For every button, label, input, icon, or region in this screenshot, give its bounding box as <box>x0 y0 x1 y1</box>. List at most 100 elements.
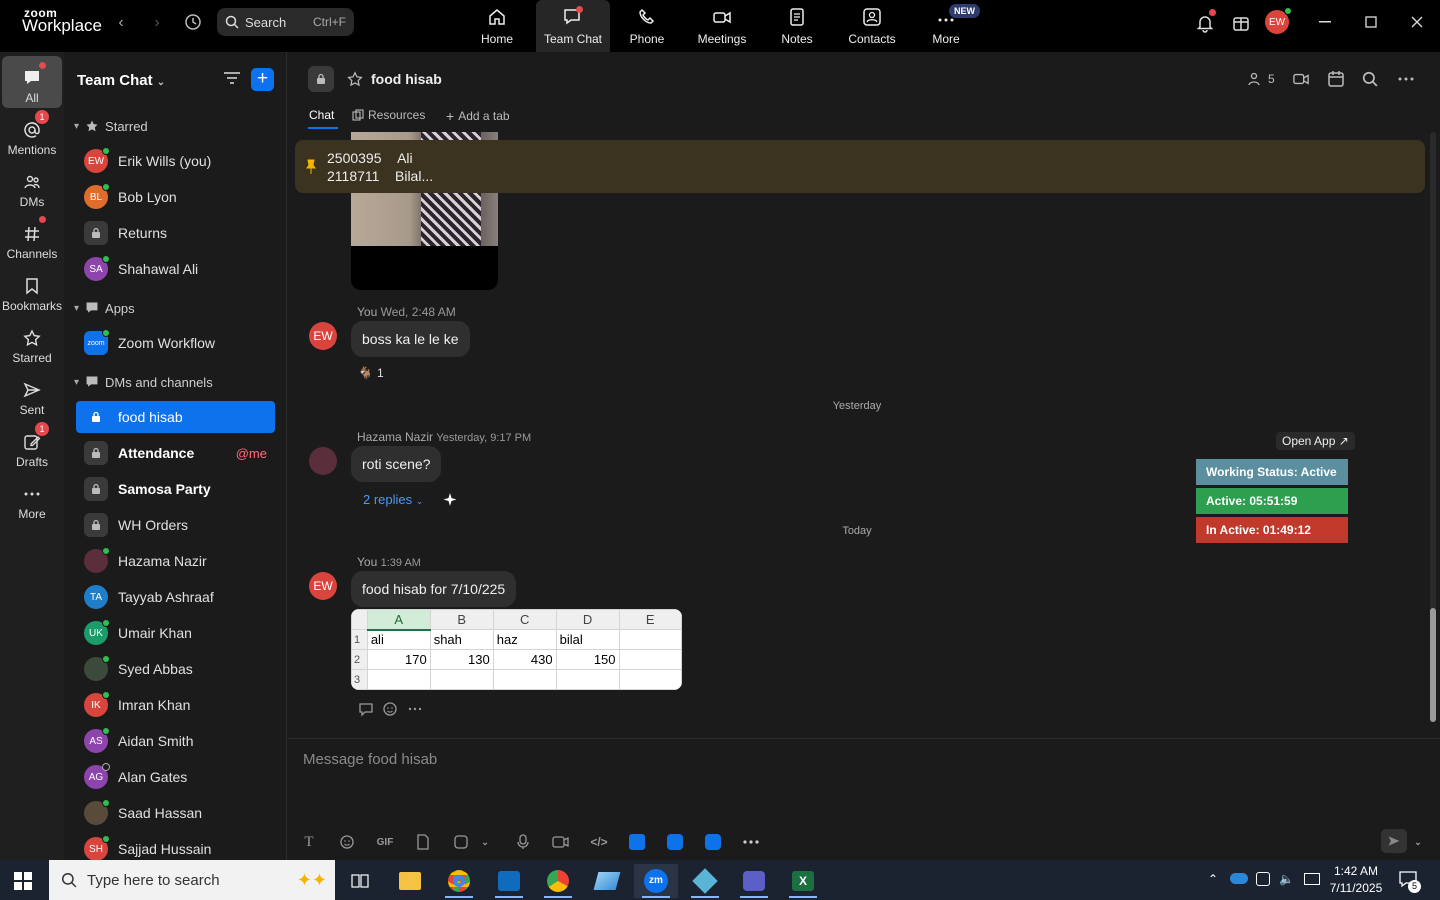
maximize-button[interactable] <box>1356 10 1386 34</box>
sidebar-item-saad-hassan[interactable]: Saad Hassan <box>76 797 275 829</box>
user-avatar[interactable]: EW <box>1265 7 1292 34</box>
notification-center-icon[interactable]: 5 <box>1398 870 1421 893</box>
volume-icon[interactable]: 🔈 <box>1279 872 1294 886</box>
close-button[interactable] <box>1402 10 1432 34</box>
windows-start-icon[interactable] <box>14 872 32 890</box>
screenshot-icon[interactable] <box>450 831 472 853</box>
tab-chat[interactable]: Chat <box>309 108 334 122</box>
teams-icon[interactable] <box>732 864 776 898</box>
app-icon[interactable] <box>683 864 727 898</box>
chevron-down-icon[interactable]: ⌄ <box>474 831 496 853</box>
calendar-icon[interactable] <box>1327 70 1345 88</box>
sidebar-item-shahawal-ali[interactable]: SA Shahawal Ali <box>76 253 275 285</box>
rail-more[interactable]: More <box>2 472 62 524</box>
sidebar-item-imran-khan[interactable]: IK Imran Khan <box>76 689 275 721</box>
sidebar-item-food-hisab[interactable]: food hisab <box>76 401 275 433</box>
code-snippet-icon[interactable]: </> <box>588 831 610 853</box>
members-button[interactable]: 5 <box>1248 72 1275 86</box>
rail-sent[interactable]: Sent <box>2 368 62 420</box>
reply-icon[interactable] <box>358 701 374 717</box>
tab-resources[interactable]: Resources <box>352 108 425 122</box>
rail-bookmarks[interactable]: Bookmarks <box>2 264 62 316</box>
rail-drafts[interactable]: Drafts 1 <box>2 420 62 472</box>
sidebar-item-attendance[interactable]: Attendance @me <box>76 437 275 469</box>
security-tray-icon[interactable] <box>1256 872 1270 886</box>
sidebar-item-hazama-nazir[interactable]: Hazama Nazir <box>76 545 275 577</box>
star-channel-icon[interactable] <box>347 71 363 87</box>
rail-dms[interactable]: DMs <box>2 160 62 212</box>
emoji-icon[interactable] <box>336 831 358 853</box>
calendar-gift-icon[interactable] <box>1231 13 1251 33</box>
nav-phone[interactable]: Phone <box>610 0 684 52</box>
nav-home[interactable]: Home <box>460 0 534 52</box>
avatar[interactable]: EW <box>309 572 337 600</box>
message-bubble[interactable]: food hisab for 7/10/225 <box>351 571 517 607</box>
rail-all[interactable]: All <box>2 56 62 108</box>
send-options-chevron-icon[interactable]: ⌄ <box>1407 831 1429 853</box>
file-explorer-icon[interactable] <box>388 864 432 898</box>
more-apps-icon[interactable] <box>740 831 762 853</box>
sidebar-item-zoom-workflow[interactable]: zoom Zoom Workflow <box>76 327 275 359</box>
sidebar-item-tayyab-ashraaf[interactable]: TA Tayyab Ashraaf <box>76 581 275 613</box>
search-icon[interactable] <box>1362 71 1378 87</box>
taskbar-clock[interactable]: 1:42 AM 7/11/2025 <box>1322 863 1390 897</box>
nav-team-chat[interactable]: Team Chat <box>536 0 610 52</box>
sidebar-item-umair-khan[interactable]: UK Umair Khan <box>76 617 275 649</box>
onedrive-icon[interactable] <box>1230 873 1248 884</box>
section-starred[interactable]: ▾ Starred <box>74 114 148 138</box>
minimize-button[interactable] <box>1310 10 1340 34</box>
new-chat-button[interactable]: + <box>251 68 274 91</box>
chrome-profile-icon[interactable] <box>536 864 580 898</box>
tab-add[interactable]: + Add a tab <box>446 108 510 124</box>
network-icon[interactable] <box>1304 873 1320 885</box>
reaction-chip[interactable]: 🐐 1 <box>358 366 384 380</box>
rail-channels[interactable]: Channels <box>2 212 62 264</box>
sidebar-item-sajjad-hussain[interactable]: SH Sajjad Hussain <box>76 833 275 860</box>
video-message-icon[interactable] <box>550 831 572 853</box>
gif-button[interactable]: GIF <box>374 831 396 853</box>
add-reaction-icon[interactable] <box>382 701 398 717</box>
channel-title[interactable]: food hisab <box>371 71 442 87</box>
sidebar-item-bob-lyon[interactable]: BL Bob Lyon <box>76 181 275 213</box>
chat-scrollbar-thumb[interactable] <box>1430 608 1436 722</box>
docs-app-icon[interactable] <box>626 831 648 853</box>
avatar[interactable] <box>309 447 337 475</box>
avatar[interactable]: EW <box>309 322 337 350</box>
message-more-icon[interactable] <box>408 706 422 712</box>
file-icon[interactable] <box>412 831 434 853</box>
tray-chevron-up-icon[interactable]: ⌃ <box>1208 872 1218 886</box>
video-call-icon[interactable] <box>1292 71 1310 87</box>
nav-contacts[interactable]: Contacts <box>835 0 909 52</box>
sidebar-item-syed-abbas[interactable]: Syed Abbas <box>76 653 275 685</box>
bell-icon[interactable] <box>1195 9 1216 33</box>
excel-icon[interactable]: X <box>781 864 825 898</box>
message-bubble[interactable]: roti scene? <box>351 446 442 482</box>
nav-notes[interactable]: Notes <box>760 0 834 52</box>
history-icon[interactable] <box>183 12 203 32</box>
nav-more[interactable]: More NEW <box>909 0 983 52</box>
message-bubble[interactable]: boss ka le le ke <box>351 321 470 357</box>
chrome-icon[interactable] <box>437 864 481 898</box>
task-view-icon[interactable] <box>338 864 382 898</box>
sidebar-title[interactable]: Team Chat ⌄ <box>77 72 165 89</box>
text-format-icon[interactable]: T <box>298 831 320 853</box>
outlook-icon[interactable] <box>487 864 531 898</box>
send-button[interactable] <box>1381 829 1407 853</box>
sidebar-item-alan-gates[interactable]: AG Alan Gates <box>76 761 275 793</box>
back-arrow-icon[interactable]: ‹ <box>111 14 131 34</box>
open-app-button[interactable]: Open App ↗ <box>1276 432 1355 450</box>
zoom-taskbar-icon[interactable]: zm <box>634 864 678 898</box>
nav-meetings[interactable]: Meetings <box>685 0 759 52</box>
sidebar-item-returns[interactable]: Returns <box>76 217 275 249</box>
pinned-message-bar[interactable]: 2500395 Ali 2118711 Bilal... <box>295 140 1425 193</box>
taskbar-search[interactable]: Type here to search ✦✦ <box>49 860 335 900</box>
app-icon[interactable] <box>585 864 629 898</box>
message-input[interactable]: Message food hisab <box>303 751 437 768</box>
global-search[interactable]: Search Ctrl+F <box>217 8 354 36</box>
microphone-icon[interactable] <box>512 831 534 853</box>
workflow-app-icon[interactable] <box>664 831 686 853</box>
whiteboard-app-icon[interactable] <box>702 831 724 853</box>
sidebar-item-wh-orders[interactable]: WH Orders <box>76 509 275 541</box>
ai-sparkle-icon[interactable] <box>442 492 458 508</box>
sidebar-item-erik-wills[interactable]: EW Erik Wills (you) <box>76 145 275 177</box>
